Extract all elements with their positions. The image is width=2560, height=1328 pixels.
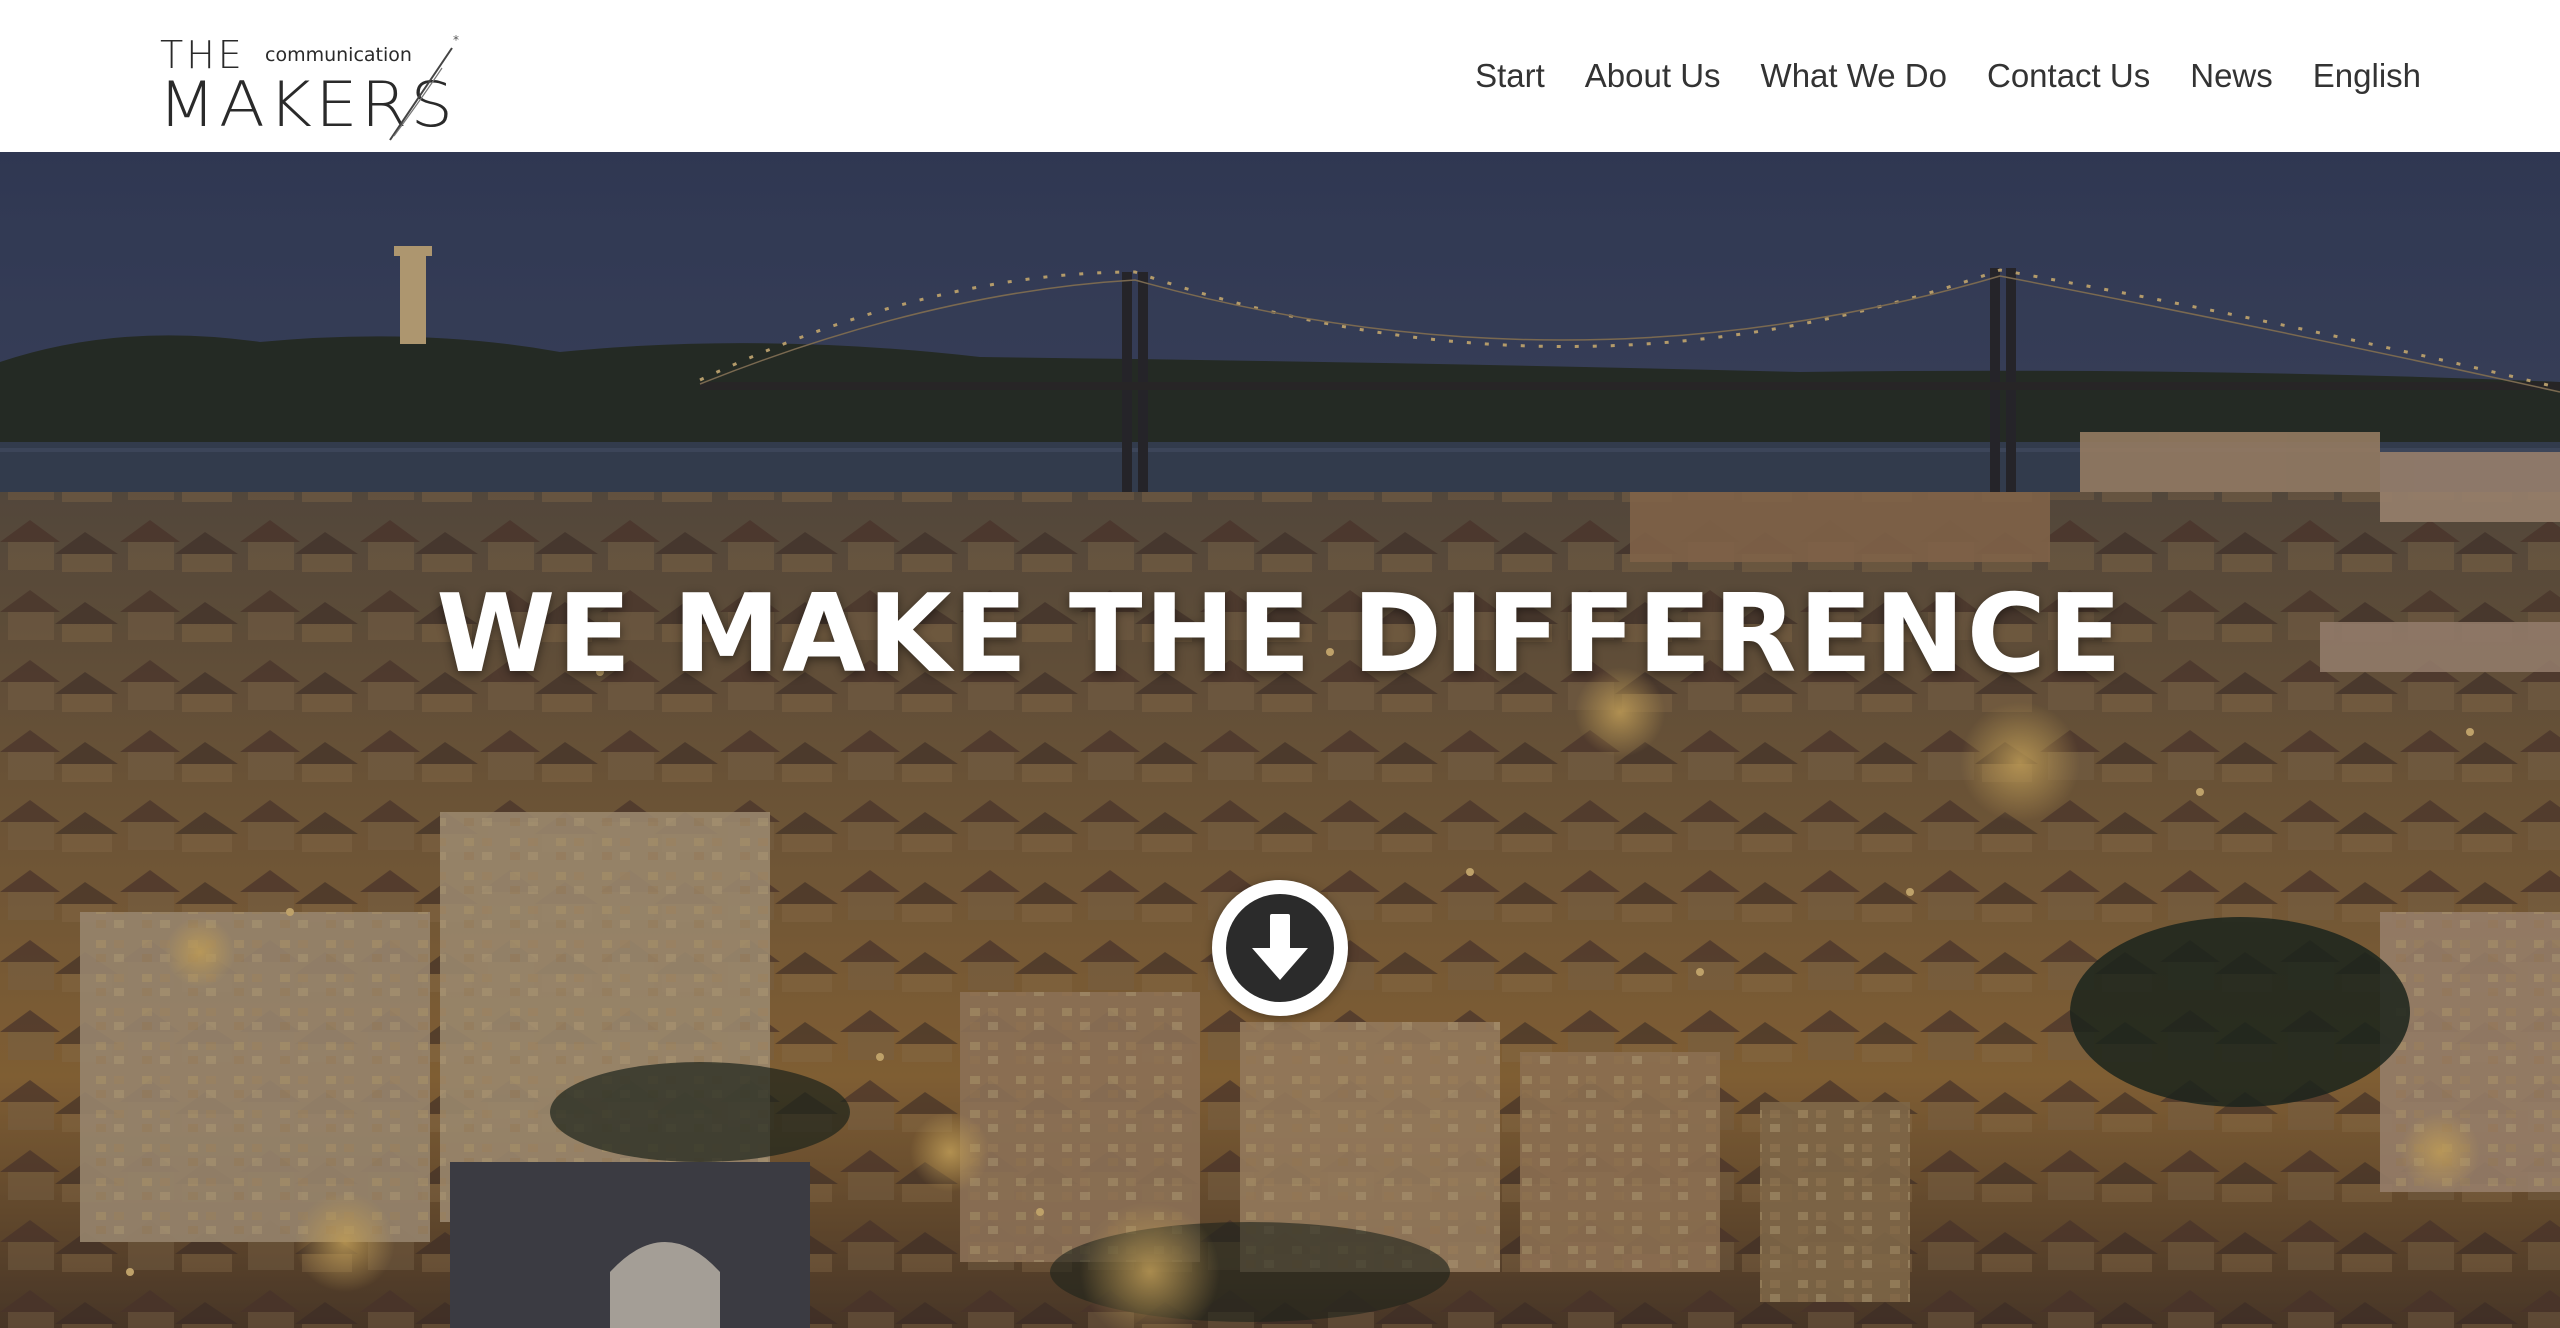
nav-item-language-english[interactable]: English — [2313, 54, 2421, 98]
scroll-down-button[interactable] — [1212, 880, 1348, 1016]
nav-item-news[interactable]: News — [2190, 54, 2273, 98]
hero-dark-overlay — [0, 152, 2560, 1328]
hero-headline: WE MAKE THE DIFFERENCE — [436, 572, 2124, 697]
site-header: THE communication MAKERS * Start About U… — [0, 0, 2560, 152]
site-logo[interactable]: THE communication MAKERS * — [152, 28, 472, 146]
hero-section: WE MAKE THE DIFFERENCE — [0, 152, 2560, 1328]
nav-item-about-us[interactable]: About Us — [1585, 54, 1721, 98]
nav-item-what-we-do[interactable]: What We Do — [1761, 54, 1947, 98]
logo-swoosh-icon: * — [389, 33, 459, 141]
nav-item-contact-us[interactable]: Contact Us — [1987, 54, 2150, 98]
nav-item-start[interactable]: Start — [1475, 54, 1545, 98]
main-nav: Start About Us What We Do Contact Us New… — [1475, 54, 2421, 98]
logo-mark: * — [453, 33, 459, 47]
arrow-down-circle-icon — [1226, 894, 1334, 1002]
